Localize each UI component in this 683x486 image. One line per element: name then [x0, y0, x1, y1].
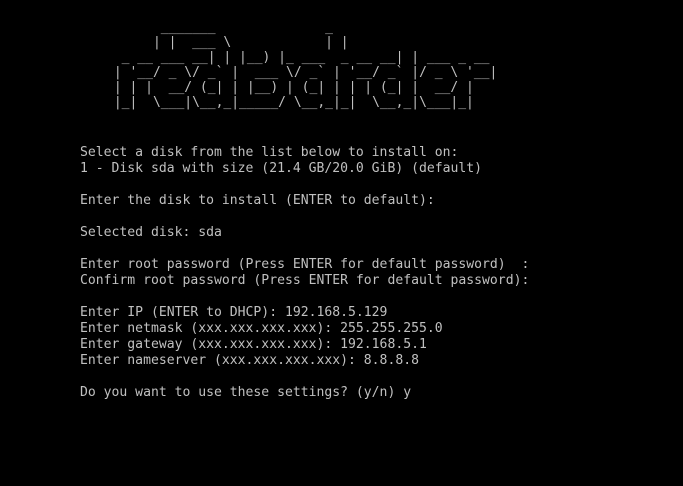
ip-line: Enter IP (ENTER to DHCP): 192.168.5.129 — [80, 305, 388, 320]
disk-option-1: 1 - Disk sda with size (21.4 GB/20.0 GiB… — [80, 161, 483, 176]
confirm-settings-prompt: Do you want to use these settings? (y/n) — [80, 385, 396, 400]
disk-enter-prompt: Enter the disk to install (ENTER to defa… — [80, 193, 435, 208]
gateway-line: Enter gateway (xxx.xxx.xxx.xxx): 192.168… — [80, 337, 427, 352]
selected-disk-line: Selected disk: sda — [80, 225, 222, 240]
terminal-console[interactable]: _______ _ | | ___ \ | | _ __ ___ __| | |… — [0, 0, 683, 486]
confirm-settings-line[interactable]: Do you want to use these settings? (y/n)… — [80, 385, 411, 401]
root-password-prompt: Enter root password (Press ENTER for def… — [80, 257, 530, 272]
disk-select-prompt: Select a disk from the list below to ins… — [80, 145, 459, 160]
netmask-line: Enter netmask (xxx.xxx.xxx.xxx): 255.255… — [80, 321, 443, 336]
root-password-confirm: Confirm root password (Press ENTER for d… — [80, 273, 530, 288]
confirm-settings-answer[interactable]: y — [403, 385, 411, 400]
redborder-ascii-logo: _______ _ | | ___ \ | | _ __ ___ __| | |… — [113, 20, 498, 110]
nameserver-line: Enter nameserver (xxx.xxx.xxx.xxx): 8.8.… — [80, 353, 419, 368]
